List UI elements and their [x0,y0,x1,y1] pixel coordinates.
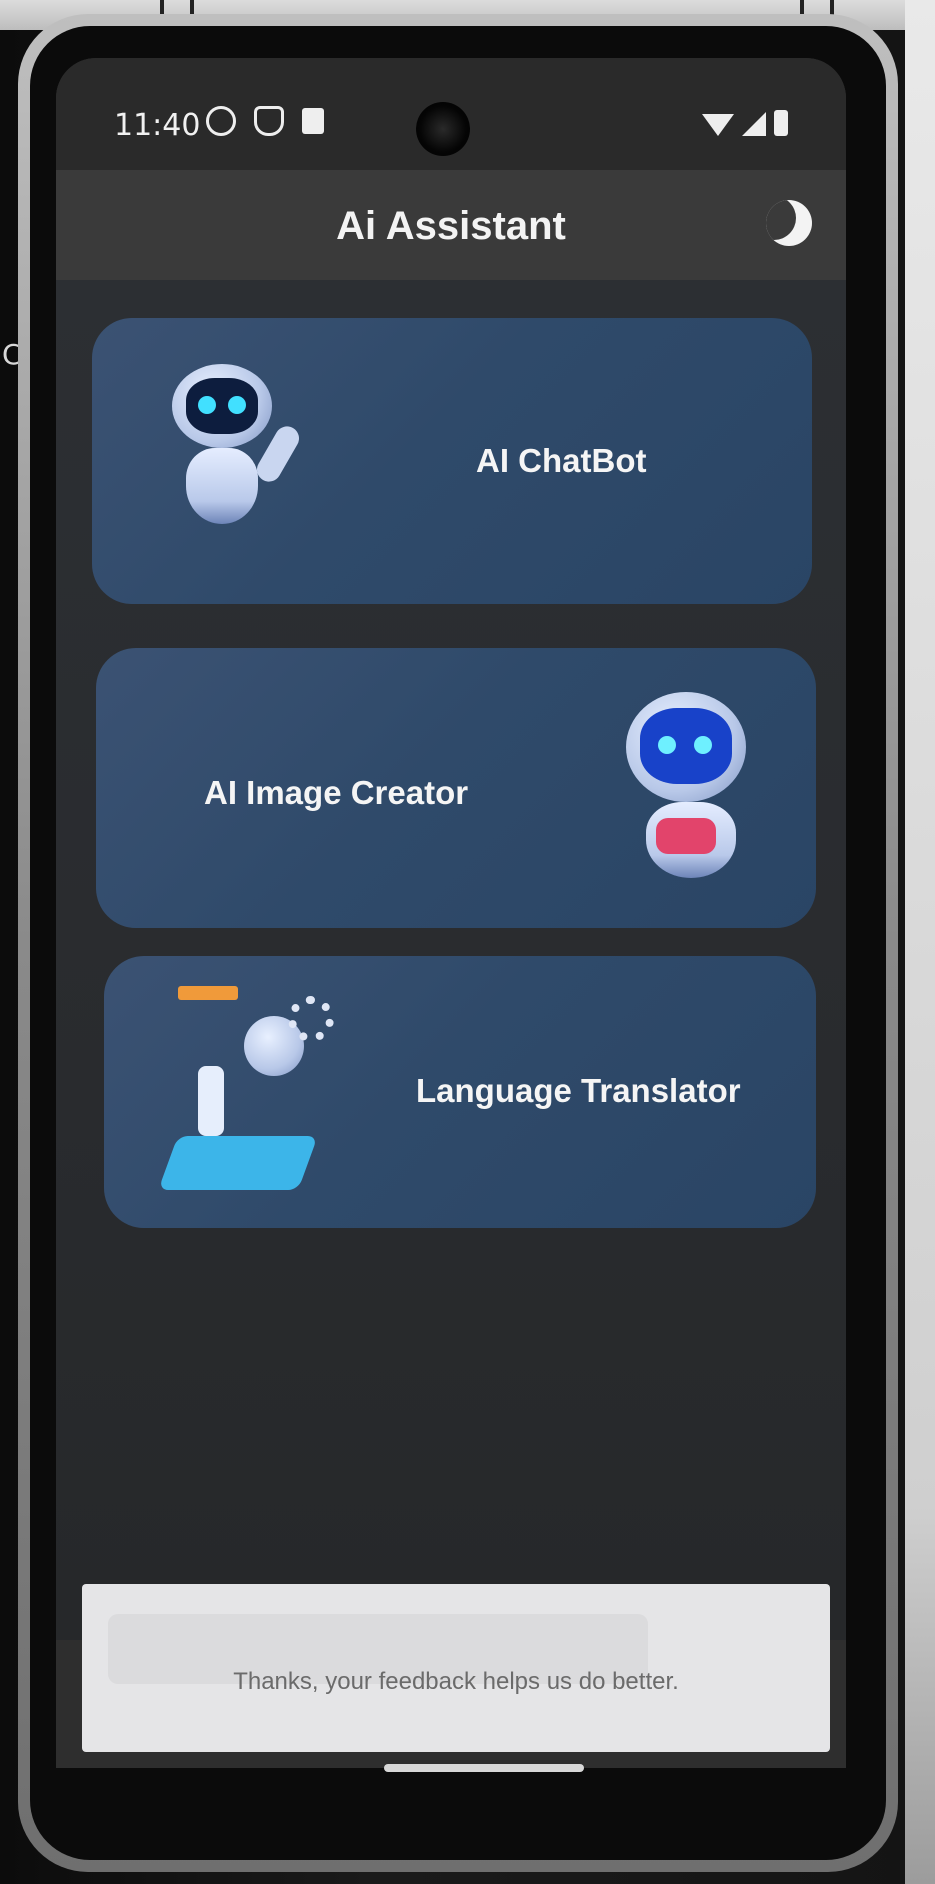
document-icon [302,108,324,134]
game-controller-icon [656,818,716,854]
alarm-icon [206,106,236,136]
wifi-icon [702,114,734,136]
phone-platform [158,1136,318,1190]
card-label: AI Image Creator [204,774,469,811]
person-figure [198,1066,224,1136]
robot-eye [694,736,712,754]
card-ai-chatbot[interactable]: AI ChatBot [92,318,812,604]
robot-face [186,378,258,434]
phone-screen: 11:40 Ai Assistant AI ChatBot AI Image C… [56,58,846,1768]
status-icons-right [702,110,788,136]
robot-face [640,708,732,784]
gamer-robot-icon [596,692,776,892]
robot-head [626,692,746,802]
card-ai-image-creator[interactable]: AI Image Creator [96,648,816,928]
speech-bubble-icon [178,986,238,1000]
battery-icon [774,110,788,136]
card-label: AI ChatBot [476,442,647,479]
app-bar: Ai Assistant [56,170,846,280]
robot-head [172,364,272,448]
status-icons-left [206,106,324,136]
moon-icon[interactable] [766,200,812,246]
card-label: Language Translator [416,1072,741,1109]
translator-robot-icon [148,986,348,1206]
shield-icon [254,106,284,136]
robot-eye [198,396,216,414]
gesture-nav-handle[interactable] [384,1764,584,1772]
robot-body [186,448,258,524]
monitor-right-edge [905,0,935,1884]
feedback-banner: Thanks, your feedback helps us do better… [82,1584,830,1752]
robot-eye [658,736,676,754]
signal-icon [742,112,766,136]
feedback-message: Thanks, your feedback helps us do better… [233,1668,679,1695]
card-language-translator[interactable]: Language Translator [104,956,816,1228]
waving-robot-icon [162,364,304,544]
status-time: 11:40 [114,108,201,143]
robot-eye [228,396,246,414]
status-bar: 11:40 [56,58,846,170]
front-camera [416,102,470,156]
main-content: AI ChatBot AI Image Creator Language Tra… [56,280,846,1640]
gear-icon [288,996,334,1042]
app-title: Ai Assistant [336,204,566,248]
